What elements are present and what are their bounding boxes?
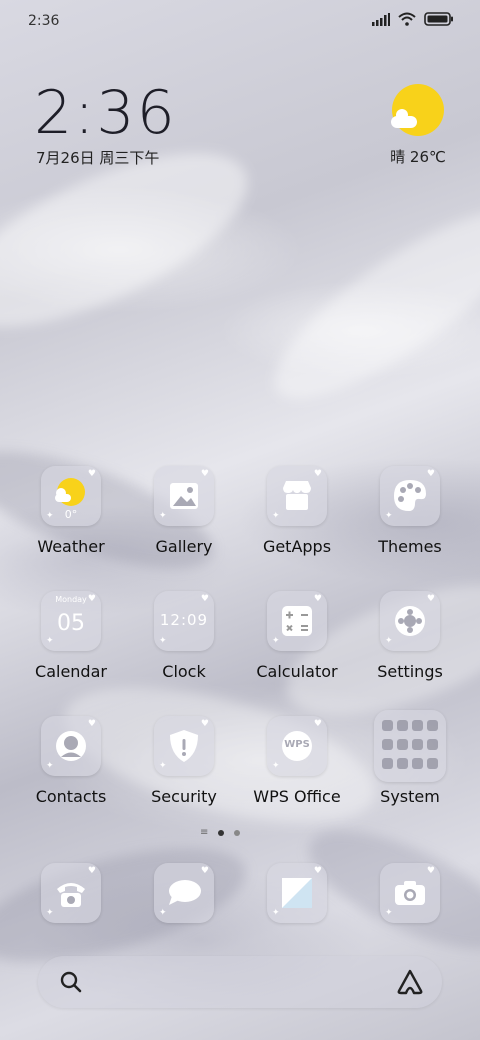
heart-sparkle: ♥ xyxy=(313,594,322,604)
dock-phone[interactable]: ♥ ✦ xyxy=(21,863,121,923)
status-icons xyxy=(372,12,454,26)
app-gallery[interactable]: ♥ ✦ Gallery xyxy=(134,466,234,556)
status-bar: 2:36 xyxy=(0,0,480,40)
page-dot-1[interactable] xyxy=(218,830,225,836)
star-sparkle: ✦ xyxy=(385,908,393,918)
star-sparkle: ✦ xyxy=(385,511,393,521)
star-sparkle: ✦ xyxy=(272,908,280,918)
wps-office-icon[interactable]: WPS ♥ ✦ xyxy=(267,716,327,776)
messages-icon[interactable]: ♥ ✦ xyxy=(154,863,214,923)
heart-sparkle: ♥ xyxy=(200,469,209,479)
star-sparkle: ✦ xyxy=(159,636,167,646)
star-sparkle: ✦ xyxy=(159,908,167,918)
heart-sparkle: ♥ xyxy=(426,469,435,479)
star-sparkle: ✦ xyxy=(46,761,54,771)
app-label: Gallery xyxy=(155,537,213,556)
weather-widget-text: 晴 26℃ xyxy=(390,148,446,166)
getapps-icon[interactable]: ♥ ✦ xyxy=(267,466,327,526)
app-label: System xyxy=(380,787,440,806)
gallery-icon[interactable]: ♥ ✦ xyxy=(154,466,214,526)
app-label: Weather xyxy=(37,537,105,556)
heart-sparkle: ♥ xyxy=(87,469,96,479)
app-settings[interactable]: ♥ ✦ Settings xyxy=(360,591,460,681)
app-label: Themes xyxy=(378,537,442,556)
heart-sparkle: ♥ xyxy=(87,594,96,604)
page-dot-2[interactable] xyxy=(234,830,241,836)
themes-icon[interactable]: ♥ ✦ xyxy=(380,466,440,526)
phone-icon[interactable]: ♥ ✦ xyxy=(41,863,101,923)
dock-notes[interactable]: ♥ ✦ xyxy=(247,863,347,923)
app-label: Contacts xyxy=(35,787,107,806)
camera-icon[interactable]: ♥ ✦ xyxy=(380,863,440,923)
page-indicator: ≡ xyxy=(200,827,241,838)
app-label: WPS Office xyxy=(253,787,341,806)
wifi-icon xyxy=(398,12,416,26)
contacts-icon[interactable]: ♥ ✦ xyxy=(41,716,101,776)
app-label: Clock xyxy=(162,662,206,681)
clock-display: 12:09 xyxy=(159,611,209,629)
heart-sparkle: ♥ xyxy=(313,866,322,876)
star-sparkle: ✦ xyxy=(46,636,54,646)
calculator-icon[interactable]: ♥ ✦ xyxy=(267,591,327,651)
app-label: Settings xyxy=(377,662,443,681)
system-folder-icon[interactable] xyxy=(374,710,446,782)
star-sparkle: ✦ xyxy=(385,636,393,646)
app-weather[interactable]: 0° ♥ ✦ Weather xyxy=(21,466,121,556)
app-label: Security xyxy=(151,787,217,806)
star-sparkle: ✦ xyxy=(159,511,167,521)
star-sparkle: ✦ xyxy=(46,908,54,918)
heart-sparkle: ♥ xyxy=(200,719,209,729)
star-sparkle: ✦ xyxy=(159,761,167,771)
calendar-icon[interactable]: Monday 05 ♥ ✦ xyxy=(41,591,101,651)
star-sparkle: ✦ xyxy=(272,761,280,771)
app-calendar[interactable]: Monday 05 ♥ ✦ Calendar xyxy=(21,591,121,681)
app-contacts[interactable]: ♥ ✦ Contacts xyxy=(21,716,121,806)
app-getapps[interactable]: ♥ ✦ GetApps xyxy=(247,466,347,556)
search-icon xyxy=(60,971,82,993)
star-sparkle: ✦ xyxy=(272,511,280,521)
heart-sparkle: ♥ xyxy=(200,866,209,876)
calendar-day: 05 xyxy=(57,611,85,636)
battery-icon xyxy=(424,12,453,26)
assistant-icon[interactable] xyxy=(396,969,424,995)
app-label: Calculator xyxy=(256,662,338,681)
wps-logo-text: WPS xyxy=(284,739,310,750)
app-security[interactable]: ♥ ✦ Security xyxy=(134,716,234,806)
settings-icon[interactable]: ♥ ✦ xyxy=(380,591,440,651)
heart-sparkle: ♥ xyxy=(426,594,435,604)
app-label: Calendar xyxy=(35,662,107,681)
search-bar[interactable] xyxy=(38,956,442,1008)
heart-sparkle: ♥ xyxy=(87,719,96,729)
notes-icon[interactable]: ♥ ✦ xyxy=(267,863,327,923)
dock-camera[interactable]: ♥ ✦ xyxy=(360,863,460,923)
security-icon[interactable]: ♥ ✦ xyxy=(154,716,214,776)
clock-icon[interactable]: 12:09 ♥ ✦ xyxy=(154,591,214,651)
home-clock-date[interactable]: 7月26日 周三下午 xyxy=(36,147,159,168)
signal-icon xyxy=(372,12,390,26)
weather-widget[interactable]: 晴 26℃ xyxy=(380,82,456,172)
page-list-icon: ≡ xyxy=(200,827,209,838)
app-label: GetApps xyxy=(262,537,332,556)
heart-sparkle: ♥ xyxy=(313,469,322,479)
app-themes[interactable]: ♥ ✦ Themes xyxy=(360,466,460,556)
cloud-icon xyxy=(391,109,417,128)
heart-sparkle: ♥ xyxy=(200,594,209,604)
heart-sparkle: ♥ xyxy=(426,866,435,876)
heart-sparkle: ♥ xyxy=(313,719,322,729)
app-wps-office[interactable]: WPS ♥ ✦ WPS Office xyxy=(247,716,347,806)
star-sparkle: ✦ xyxy=(46,511,54,521)
app-calculator[interactable]: ♥ ✦ Calculator xyxy=(247,591,347,681)
app-system-folder[interactable]: System xyxy=(360,710,460,806)
app-clock[interactable]: 12:09 ♥ ✦ Clock xyxy=(134,591,234,681)
weather-icon[interactable]: 0° ♥ ✦ xyxy=(41,466,101,526)
dock-messages[interactable]: ♥ ✦ xyxy=(134,863,234,923)
heart-sparkle: ♥ xyxy=(87,866,96,876)
star-sparkle: ✦ xyxy=(272,636,280,646)
home-clock-time[interactable]: 2:36 xyxy=(34,78,177,148)
status-time: 2:36 xyxy=(28,13,60,29)
